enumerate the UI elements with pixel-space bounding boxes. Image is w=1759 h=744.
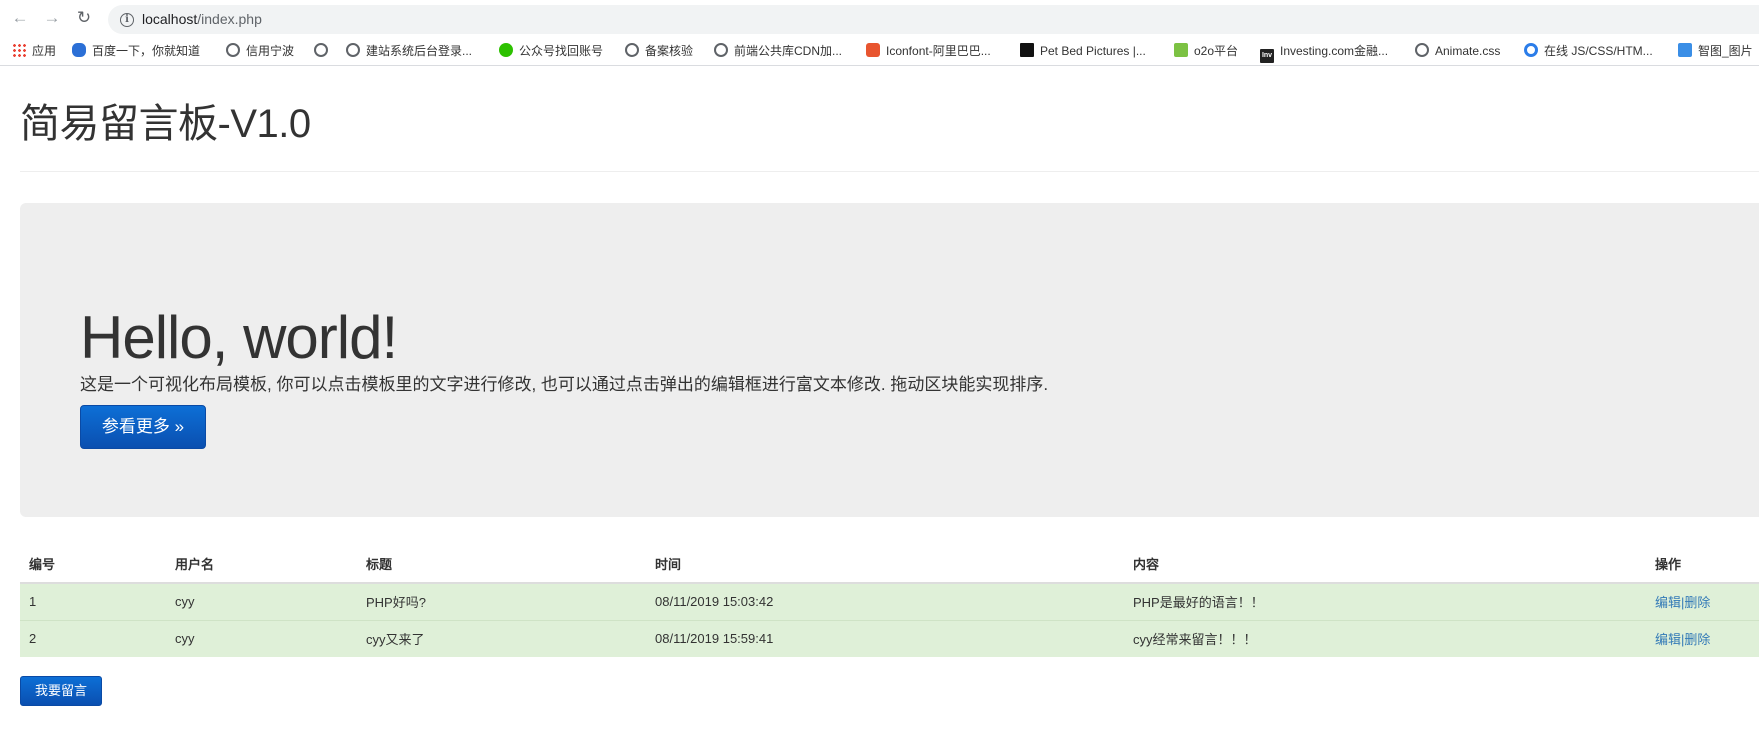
back-arrow-icon[interactable]: ←: [10, 8, 30, 28]
cell-username: cyy: [166, 582, 357, 620]
jumbotron-text: 这是一个可视化布局模板, 你可以点击模板里的文字进行修改, 也可以通过点击弹出的…: [80, 375, 1049, 394]
c-logo-icon: [1524, 43, 1538, 57]
apps-grid-icon: [12, 43, 26, 57]
bookmark-beian[interactable]: 备案核验: [625, 43, 693, 59]
edit-link[interactable]: 编辑: [1655, 595, 1681, 610]
bookmark-label: Iconfont-阿里巴巴...: [886, 44, 991, 58]
globe-icon: [226, 43, 240, 57]
zhitu-icon: [1678, 43, 1692, 57]
bookmark-label: 信用宁波: [246, 44, 295, 58]
forward-arrow-icon[interactable]: →: [42, 8, 62, 28]
column-header-title: 标题: [357, 545, 646, 584]
reload-icon[interactable]: ↻: [74, 8, 94, 28]
bookmark-label: o2o平台: [1194, 44, 1239, 58]
learn-more-button[interactable]: 参看更多 »: [80, 405, 206, 449]
cell-id: 2: [20, 619, 166, 657]
column-header-content: 内容: [1124, 545, 1646, 584]
bookmark-cdn[interactable]: 前端公共库CDN加...: [714, 43, 842, 59]
url-host: localhost: [142, 11, 198, 27]
table-row: 2 cyy cyy又来了 08/11/2019 15:59:41 cyy经常来留…: [20, 619, 1759, 657]
o2o-icon: [1174, 43, 1188, 57]
bookmark-untitled[interactable]: [314, 43, 334, 59]
column-header-username: 用户名: [166, 545, 357, 584]
bookmark-investing[interactable]: Inv Investing.com金融...: [1260, 43, 1389, 63]
url-text[interactable]: localhost/index.php: [142, 11, 262, 27]
table-row: 1 cyy PHP好吗? 08/11/2019 15:03:42 PHP是最好的…: [20, 582, 1759, 620]
cell-content: cyy经常来留言！！！: [1124, 619, 1646, 657]
url-path: /index.php: [197, 11, 262, 27]
bookmark-wechat-account[interactable]: 公众号找回账号: [499, 43, 603, 59]
column-header-time: 时间: [646, 545, 1124, 584]
address-bar[interactable]: i localhost/index.php: [108, 5, 1759, 34]
delete-link[interactable]: 删除: [1684, 632, 1710, 647]
bookmark-label: 建站系统后台登录...: [366, 44, 473, 58]
bookmark-label: Animate.css: [1435, 44, 1501, 58]
bookmark-baidu[interactable]: 百度一下，你就知道: [72, 43, 200, 59]
bookmark-xinyong-ningbo[interactable]: 信用宁波: [226, 43, 294, 59]
bookmark-label: 备案核验: [645, 44, 694, 58]
site-info-icon[interactable]: i: [120, 13, 134, 27]
bookmark-label: 前端公共库CDN加...: [734, 44, 843, 58]
bookmark-label: 应用: [32, 44, 57, 58]
table-header-row: 编号 用户名 标题 时间 内容 操作: [20, 545, 1759, 584]
cell-actions: 编辑|删除: [1646, 582, 1759, 620]
browser-toolbar: ← → ↻ i localhost/index.php: [0, 0, 1759, 36]
globe-icon: [1415, 43, 1429, 57]
globe-icon: [346, 43, 360, 57]
title-divider: [20, 171, 1759, 172]
edit-link[interactable]: 编辑: [1655, 632, 1681, 647]
bookmark-label: Investing.com金融...: [1280, 44, 1389, 58]
bookmark-label: 在线 JS/CSS/HTM...: [1544, 44, 1653, 58]
cell-time: 08/11/2019 15:59:41: [646, 619, 1124, 657]
bookmark-iconfont[interactable]: Iconfont-阿里巴巴...: [866, 43, 991, 59]
cell-username: cyy: [166, 619, 357, 657]
messages-table: 编号 用户名 标题 时间 内容 操作 1 cyy PHP好吗? 08/11/20…: [20, 545, 1759, 657]
wechat-icon: [499, 43, 513, 57]
bookmark-site-admin[interactable]: 建站系统后台登录...: [346, 43, 472, 59]
iconfont-icon: [866, 43, 880, 57]
bookmark-label: 智图_图片: [1698, 44, 1753, 58]
globe-icon: [314, 43, 328, 57]
investing-icon: Inv: [1260, 49, 1274, 63]
column-header-actions: 操作: [1646, 545, 1759, 584]
bookmark-label: 公众号找回账号: [519, 44, 604, 58]
baidu-paw-icon: [72, 43, 86, 57]
pet-bed-icon: [1020, 43, 1034, 57]
cell-title: PHP好吗?: [357, 582, 646, 620]
cell-id: 1: [20, 582, 166, 620]
bookmark-label: Pet Bed Pictures |...: [1040, 44, 1146, 58]
bookmark-apps[interactable]: 应用: [12, 43, 56, 59]
globe-icon: [625, 43, 639, 57]
column-header-id: 编号: [20, 545, 166, 584]
cell-actions: 编辑|删除: [1646, 619, 1759, 657]
page-title: 简易留言板-V1.0: [20, 102, 311, 146]
cell-content: PHP是最好的语言！！: [1124, 582, 1646, 620]
cell-title: cyy又来了: [357, 619, 646, 657]
delete-link[interactable]: 删除: [1684, 595, 1710, 610]
leave-message-button[interactable]: 我要留言: [20, 676, 102, 706]
bookmark-animate-css[interactable]: Animate.css: [1415, 43, 1500, 59]
bookmark-label: 百度一下，你就知道: [92, 44, 201, 58]
jumbotron-heading: Hello, world!: [80, 304, 398, 371]
globe-icon: [714, 43, 728, 57]
bookmark-o2o[interactable]: o2o平台: [1174, 43, 1238, 59]
bookmark-zhitu[interactable]: 智图_图片: [1678, 43, 1753, 59]
bookmark-pet-bed[interactable]: Pet Bed Pictures |...: [1020, 43, 1146, 59]
cell-time: 08/11/2019 15:03:42: [646, 582, 1124, 620]
jumbotron: Hello, world! 这是一个可视化布局模板, 你可以点击模板里的文字进行…: [20, 203, 1759, 517]
bookmark-online-js[interactable]: 在线 JS/CSS/HTM...: [1524, 43, 1653, 59]
bookmarks-bar: 应用 百度一下，你就知道 信用宁波 建站系统后台登录... 公众号找回账号 备案…: [0, 36, 1759, 66]
